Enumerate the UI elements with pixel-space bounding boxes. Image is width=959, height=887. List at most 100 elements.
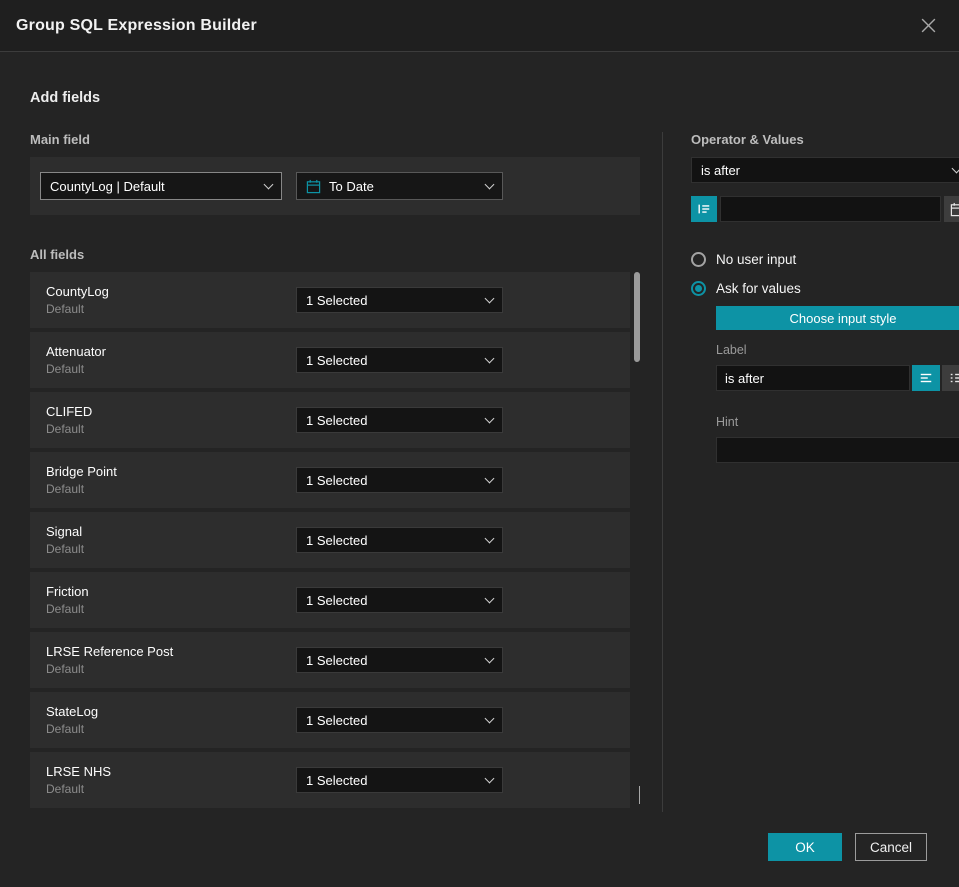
main-field-select-value: CountyLog | Default [50,178,165,194]
chevron-down-icon [484,179,495,189]
field-name: CountyLog [46,284,109,299]
date-picker-button[interactable] [944,196,959,222]
field-info: Attenuator Default [46,344,296,376]
ask-for-values-options: Choose input style Label is after Hint [716,306,959,463]
field-value-select[interactable]: 1 Selected [296,707,503,733]
date-type-select[interactable]: To Date [296,172,503,200]
single-line-style-button[interactable] [912,365,940,391]
field-name: Attenuator [46,344,106,359]
field-row: CountyLog Default 1 Selected [30,272,630,328]
field-subtitle: Default [46,362,85,376]
field-value-select-value: 1 Selected [306,652,368,668]
list-icon [950,373,959,383]
chevron-down-icon [484,353,495,363]
field-row: LRSE Reference Post Default 1 Selected [30,632,630,688]
ask-for-values-radio[interactable]: Ask for values [691,281,959,296]
field-value-select[interactable]: 1 Selected [296,407,503,433]
cancel-button[interactable]: Cancel [855,833,927,861]
dialog-content: Main field CountyLog | Default To Date A… [30,132,959,812]
field-info: LRSE NHS Default [46,764,296,796]
calendar-icon [306,179,321,194]
field-name: LRSE NHS [46,764,112,779]
input-mode-icon [698,204,710,214]
label-row [716,365,959,391]
close-button[interactable] [916,13,941,38]
field-info: Friction Default [46,584,296,616]
scrollbar-thumb[interactable] [634,272,640,362]
add-fields-heading: Add fields [30,90,101,106]
main-field-label: Main field [30,132,90,147]
field-name: LRSE Reference Post [46,644,174,659]
field-info: LRSE Reference Post Default [46,644,296,676]
field-value-select-value: 1 Selected [306,292,368,308]
field-row: Friction Default 1 Selected [30,572,630,628]
field-value-select[interactable]: 1 Selected [296,587,503,613]
chevron-down-icon [484,653,495,663]
field-value-select[interactable]: 1 Selected [296,527,503,553]
field-info: Signal Default [46,524,296,556]
ok-button[interactable]: OK [768,833,842,861]
chevron-down-icon [484,773,495,783]
field-value-select-value: 1 Selected [306,772,368,788]
field-info: Bridge Point Default [46,464,296,496]
field-info: StateLog Default [46,704,296,736]
chevron-down-icon [484,473,495,483]
field-value-select-value: 1 Selected [306,412,368,428]
field-value-select[interactable]: 1 Selected [296,767,503,793]
field-value-select[interactable]: 1 Selected [296,647,503,673]
main-field-select[interactable]: CountyLog | Default [40,172,282,200]
field-row: Bridge Point Default 1 Selected [30,452,630,508]
chevron-down-icon [484,413,495,423]
choose-input-style-button[interactable]: Choose input style [716,306,959,330]
chevron-down-icon [263,179,274,189]
field-value-select[interactable]: 1 Selected [296,287,503,313]
operator-select[interactable]: is after [691,157,959,183]
scrollbar[interactable] [634,272,640,786]
field-value-select[interactable]: 1 Selected [296,467,503,493]
field-row: CLIFED Default 1 Selected [30,392,630,448]
chevron-down-icon [484,293,495,303]
field-subtitle: Default [46,782,85,796]
chevron-down-icon [484,713,495,723]
field-value-select-value: 1 Selected [306,712,368,728]
dialog-footer: OK Cancel [768,833,927,861]
operator-values-label: Operator & Values [691,132,804,147]
ask-for-values-label: Ask for values [716,281,801,296]
chevron-down-icon [484,593,495,603]
list-style-button[interactable] [942,365,959,391]
radio-unselected-icon [691,252,706,267]
scroll-down-icon[interactable] [639,786,640,804]
main-field-panel: CountyLog | Default To Date [30,157,640,215]
field-row: LRSE NHS Default 1 Selected [30,752,630,808]
field-name: CLIFED [46,404,93,419]
field-value-select[interactable]: 1 Selected [296,347,503,373]
field-subtitle: Default [46,302,85,316]
group-sql-expression-builder-dialog: Group SQL Expression Builder Add fields … [0,0,959,887]
radio-selected-icon [691,281,706,296]
field-subtitle: Default [46,662,85,676]
close-icon [921,18,936,33]
user-input-radio-group: No user input Ask for values [691,252,959,296]
no-user-input-radio[interactable]: No user input [691,252,959,267]
field-value-select-value: 1 Selected [306,592,368,608]
input-mode-button[interactable] [691,196,717,222]
field-row: StateLog Default 1 Selected [30,692,630,748]
field-info: CLIFED Default [46,404,296,436]
calendar-icon [950,202,959,216]
value-input[interactable] [720,196,941,222]
field-value-select-value: 1 Selected [306,472,368,488]
fields-column: Main field CountyLog | Default To Date A… [30,132,640,812]
field-name: Bridge Point [46,464,117,479]
field-subtitle: Default [46,422,85,436]
hint-input[interactable] [716,437,959,463]
field-subtitle: Default [46,602,85,616]
no-user-input-label: No user input [716,252,797,267]
field-name: Signal [46,524,83,539]
dialog-header: Group SQL Expression Builder [0,0,959,52]
hint-caption: Hint [716,415,739,429]
label-input[interactable] [716,365,910,391]
field-name: StateLog [46,704,99,719]
all-fields-list: CountyLog Default 1 Selected Attenuator … [30,272,640,808]
value-row [691,196,959,222]
field-value-select-value: 1 Selected [306,352,368,368]
